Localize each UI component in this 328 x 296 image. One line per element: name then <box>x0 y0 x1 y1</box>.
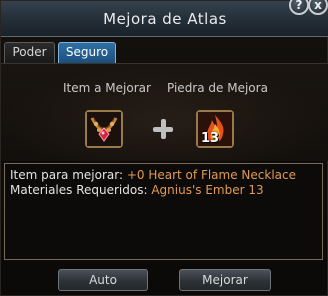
title-bar[interactable]: Mejora de Atlas ? x <box>1 0 328 37</box>
item-slot-label: Item a Mejorar <box>63 81 151 95</box>
plus-icon <box>153 119 173 139</box>
materials-info-line: Materiales Requeridos: Agnius's Ember 13 <box>10 183 317 198</box>
materials-info-value: Agnius's Ember 13 <box>151 183 264 197</box>
upgrade-button[interactable]: Mejorar <box>179 269 271 291</box>
stone-quantity: 13 <box>201 131 220 146</box>
upgrade-info-box: Item para mejorar: +0 Heart of Flame Nec… <box>4 163 323 260</box>
tab-poder[interactable]: Poder <box>4 42 55 63</box>
upgrade-slots-panel <box>1 63 328 161</box>
stone-slot[interactable]: 13 <box>196 110 234 148</box>
item-info-label: Item para mejorar: <box>10 168 124 182</box>
window-title: Mejora de Atlas <box>103 10 227 28</box>
item-info-line: Item para mejorar: +0 Heart of Flame Nec… <box>10 168 317 183</box>
tab-seguro[interactable]: Seguro <box>58 42 116 63</box>
auto-button[interactable]: Auto <box>58 269 148 291</box>
necklace-icon <box>87 112 121 146</box>
item-slot[interactable] <box>85 110 123 148</box>
upgrade-window: Mejora de Atlas ? x Poder Seguro Item a … <box>0 0 328 296</box>
stone-slot-label: Piedra de Mejora <box>167 81 268 95</box>
materials-info-label: Materiales Requeridos: <box>10 183 148 197</box>
item-info-value: +0 Heart of Flame Necklace <box>126 168 296 182</box>
